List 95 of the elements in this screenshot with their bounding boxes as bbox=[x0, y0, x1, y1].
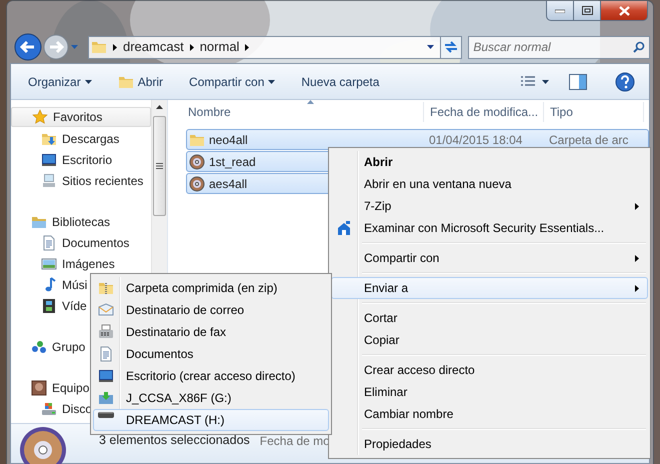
menu-item[interactable]: Escritorio (crear acceso directo) bbox=[93, 365, 329, 387]
menu-item[interactable]: Examinar con Microsoft Security Essentials... bbox=[331, 217, 648, 239]
submenu-arrow-icon bbox=[635, 202, 639, 210]
file-date: 01/04/2015 18:04 bbox=[429, 132, 522, 148]
scroll-up-icon bbox=[156, 105, 163, 109]
menu-item[interactable]: Abrir bbox=[331, 151, 648, 173]
menu-item[interactable]: Destinatario de fax bbox=[93, 321, 329, 343]
menu-item[interactable]: Propiedades bbox=[331, 433, 648, 455]
help-button[interactable] bbox=[613, 70, 637, 94]
column-header[interactable]: Tipo bbox=[544, 102, 644, 122]
menu-item[interactable]: Crear acceso directo bbox=[331, 359, 648, 381]
caret-icon bbox=[268, 80, 276, 84]
toolbar-button[interactable]: Abrir bbox=[108, 70, 172, 94]
refresh-button[interactable] bbox=[441, 36, 462, 58]
breadcrumb[interactable]: normal bbox=[200, 37, 240, 57]
view-list-icon bbox=[520, 74, 536, 88]
restore-icon bbox=[582, 6, 592, 15]
document-icon bbox=[98, 346, 114, 362]
submenu-arrow-icon bbox=[635, 284, 639, 292]
monitor-icon bbox=[41, 152, 57, 168]
menu-item[interactable]: Copiar bbox=[331, 329, 648, 351]
drive-arrow-icon bbox=[98, 390, 114, 406]
minimize-button[interactable] bbox=[546, 1, 574, 21]
film-icon bbox=[41, 298, 57, 314]
caret-icon bbox=[542, 80, 549, 84]
dropdown-icon bbox=[427, 45, 434, 49]
close-icon bbox=[618, 6, 630, 16]
menu-item[interactable]: Abrir en una ventana nueva bbox=[331, 173, 648, 195]
search-icon bbox=[633, 41, 645, 53]
forward-button[interactable] bbox=[42, 33, 70, 61]
close-button[interactable] bbox=[601, 1, 648, 21]
refresh-icon bbox=[444, 41, 458, 53]
document-icon bbox=[41, 234, 57, 250]
selection-count: 3 elementos seleccionados bbox=[99, 432, 250, 450]
star-icon bbox=[32, 109, 48, 125]
folder-icon bbox=[91, 39, 107, 55]
fax-icon bbox=[98, 324, 114, 340]
column-header[interactable]: Fecha de modifica... bbox=[424, 102, 544, 122]
house-icon bbox=[336, 220, 352, 236]
menu-item[interactable]: Compartir con bbox=[331, 247, 648, 269]
help-icon bbox=[615, 72, 635, 92]
computer-icon bbox=[41, 172, 57, 188]
file-row[interactable]: neo4all 01/04/2015 18:04 Carpeta de arc bbox=[186, 129, 649, 150]
menu-item[interactable]: Cambiar nombre bbox=[331, 403, 648, 425]
address-bar[interactable]: dreamcast normal bbox=[88, 36, 442, 58]
chevron-icon bbox=[113, 44, 117, 50]
sort-arrow-icon bbox=[307, 100, 314, 104]
menu-item[interactable]: 7-Zip bbox=[331, 195, 648, 217]
minimize-icon bbox=[555, 8, 565, 12]
menu-item[interactable]: Cortar bbox=[331, 307, 648, 329]
monitor-icon bbox=[98, 368, 114, 384]
chevron-icon bbox=[245, 44, 250, 50]
file-type: Carpeta de arc bbox=[549, 132, 628, 148]
breadcrumb[interactable]: dreamcast bbox=[123, 37, 184, 57]
image-icon bbox=[41, 256, 57, 272]
drive-icon bbox=[41, 400, 57, 416]
history-dropdown-icon bbox=[71, 45, 78, 49]
menu-item[interactable]: Destinatario de correo bbox=[93, 299, 329, 321]
menu-item[interactable]: Enviar a bbox=[331, 277, 648, 299]
menu-item[interactable]: Documentos bbox=[93, 343, 329, 365]
drive-icon bbox=[98, 412, 114, 418]
preview-pane-button[interactable] bbox=[567, 72, 589, 92]
toolbar-button[interactable]: Compartir con bbox=[180, 70, 284, 94]
search-field[interactable]: Buscar normal bbox=[468, 36, 650, 58]
maximize-button[interactable] bbox=[574, 1, 601, 21]
preview-pane-icon bbox=[569, 74, 587, 90]
file-name: 1st_read bbox=[209, 154, 256, 170]
disc-icon bbox=[189, 176, 205, 192]
scrollbar-thumb[interactable] bbox=[153, 116, 166, 216]
submenu-arrow-icon bbox=[635, 254, 639, 262]
user-tile-icon bbox=[31, 380, 47, 396]
sidebar-item[interactable]: Bibliotecas bbox=[11, 211, 151, 232]
menu-item[interactable]: DREAMCAST (H:) bbox=[93, 409, 329, 431]
menu-item[interactable]: Eliminar bbox=[331, 381, 648, 403]
menu-item[interactable]: Carpeta comprimida (en zip) bbox=[93, 277, 329, 299]
envelope-icon bbox=[98, 302, 114, 318]
file-name: neo4all bbox=[209, 132, 248, 148]
search-input[interactable]: Buscar normal bbox=[473, 38, 624, 56]
sidebar-item[interactable]: Documentos bbox=[11, 232, 151, 253]
back-button[interactable] bbox=[14, 33, 42, 61]
menu-item[interactable]: J_CCSA_X86F (G:) bbox=[93, 387, 329, 409]
grip-icon bbox=[156, 163, 163, 169]
zip-folder-icon bbox=[98, 280, 114, 296]
toolbar-button[interactable]: Nueva carpeta bbox=[292, 70, 388, 94]
sidebar-item[interactable]: Favoritos bbox=[11, 107, 151, 127]
file-name: aes4all bbox=[209, 176, 248, 192]
sidebar-item[interactable]: Descargas bbox=[11, 128, 151, 149]
disc-icon bbox=[189, 154, 205, 170]
sidebar-item[interactable]: Imágenes bbox=[11, 253, 151, 274]
caret-icon bbox=[84, 80, 92, 84]
chevron-icon bbox=[190, 44, 194, 50]
toolbar-button[interactable]: Organizar bbox=[19, 70, 101, 94]
sidebar-item[interactable]: Escritorio bbox=[11, 149, 151, 170]
sidebar-item[interactable]: Sitios recientes bbox=[11, 170, 151, 191]
homegroup-icon bbox=[31, 338, 47, 354]
